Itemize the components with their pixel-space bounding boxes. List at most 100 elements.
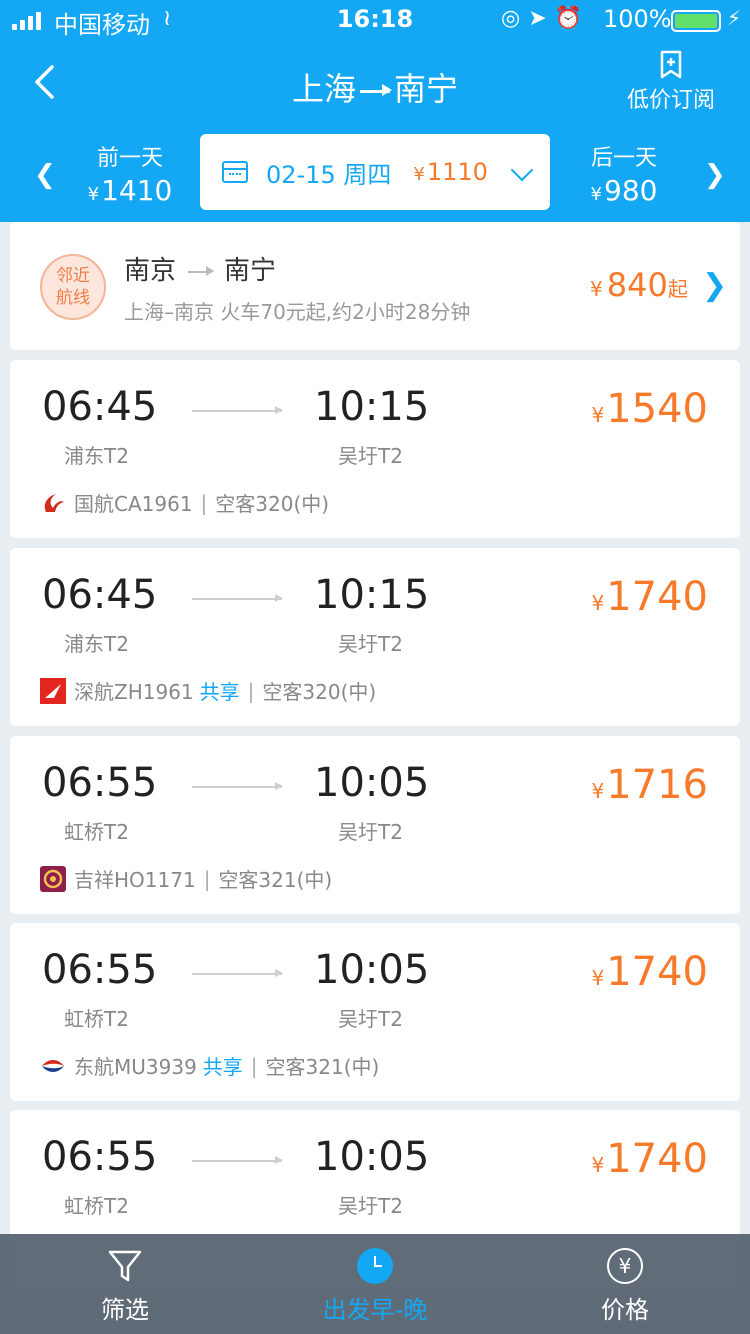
- departure-time: 06:45: [42, 384, 158, 430]
- flight-card[interactable]: 06:55 10:05 虹桥T2 吴圩T2 ¥1740 东航MU3939 共享 | 空客321(…: [10, 923, 740, 1101]
- flight-card[interactable]: 06:45 10:15 浦东T2 吴圩T2 ¥1740 深航ZH1961 共享 | 空客320(…: [10, 548, 740, 726]
- departure-terminal: 虹桥T2: [64, 1007, 129, 1031]
- date-selector: ❮ 前一天 ¥1410 02-15 周四 ¥1110 后一天 ¥980 ❯: [0, 134, 750, 212]
- departure-time: 06:55: [42, 1134, 158, 1180]
- arrival-time: 10:05: [314, 947, 430, 993]
- codeshare-badge: 共享: [202, 1055, 243, 1079]
- flight-info: 吉祥HO1171 | 空客321(中): [40, 864, 332, 893]
- nearby-route-price: ¥840起: [590, 266, 688, 304]
- flight-card[interactable]: 06:55 10:05 虹桥T2 吴圩T2 ¥1716 吉祥HO1171 | 空客321(中): [10, 736, 740, 914]
- price-alert-label: 低价订阅: [626, 88, 715, 113]
- filter-icon: [108, 1250, 142, 1282]
- clock-icon: [357, 1248, 393, 1284]
- nearby-route-card[interactable]: 邻近 航线 南京 南宁 上海–南京 火车70元起,约2小时28分钟 ¥840起 ❯: [10, 222, 740, 350]
- price-alert-button[interactable]: 低价订阅: [619, 50, 723, 114]
- aircraft-type: 空客320(中): [215, 492, 330, 516]
- price-sort-label: 价格: [601, 1296, 649, 1324]
- china-eastern-logo: [40, 1053, 66, 1079]
- route-arrow-icon: [360, 83, 392, 96]
- flight-price: ¥1740: [591, 949, 708, 995]
- origin-city: 上海: [291, 70, 356, 108]
- previous-day-price: ¥1410: [87, 174, 173, 207]
- arrival-terminal: 吴圩T2: [338, 820, 403, 844]
- airline-flight-number: 国航CA1961: [74, 492, 193, 516]
- arrival-terminal: 吴圩T2: [338, 632, 403, 656]
- bookmark-plus-icon: [660, 50, 682, 79]
- flight-price: ¥1740: [591, 1136, 708, 1182]
- departure-terminal: 虹桥T2: [64, 1194, 129, 1218]
- destination-city: 南宁: [394, 70, 459, 108]
- current-date: 02-15 周四: [266, 160, 392, 189]
- departure-terminal: 浦东T2: [64, 444, 129, 468]
- nearby-route-cities: 南京 南宁: [124, 256, 277, 286]
- previous-day-label: 前一天: [96, 146, 163, 171]
- juneyao-logo: [40, 865, 66, 892]
- nearby-route-badge: 邻近 航线: [40, 254, 106, 320]
- yen-icon: ¥: [607, 1248, 643, 1284]
- flight-arrow-icon: [192, 406, 283, 414]
- airline-flight-number: 深航ZH1961: [74, 680, 194, 704]
- next-day-button[interactable]: 后一天 ¥980: [564, 134, 684, 212]
- codeshare-badge: 共享: [199, 680, 240, 704]
- departure-time: 06:55: [42, 947, 158, 993]
- flight-arrow-icon: [192, 1156, 283, 1164]
- divider: |: [250, 1053, 258, 1078]
- flight-arrow-icon: [192, 594, 283, 602]
- departure-time: 06:55: [42, 760, 158, 806]
- flight-price: ¥1716: [591, 762, 708, 808]
- divider: |: [247, 678, 255, 703]
- nearby-route-description: 上海–南京 火车70元起,约2小时28分钟: [124, 300, 471, 324]
- flight-arrow-icon: [192, 969, 283, 977]
- chevron-left-icon[interactable]: ❮: [34, 160, 56, 190]
- departure-time-sort-label: 出发早-晚: [322, 1296, 428, 1324]
- aircraft-type: 空客320(中): [262, 680, 377, 704]
- flight-price: ¥1540: [591, 386, 708, 432]
- filter-tab[interactable]: 筛选: [0, 1234, 250, 1334]
- flight-arrow-icon: [192, 782, 283, 790]
- arrival-time: 10:05: [314, 760, 430, 806]
- header-area: 中国移动 ≀ 16:18 ◎➤⏰ 100% ⚡ 上海 南宁 低价订阅 ❮ 前一天 …: [0, 0, 750, 222]
- divider: |: [200, 490, 208, 515]
- flight-price: ¥1740: [591, 574, 708, 620]
- chevron-right-icon[interactable]: ❯: [704, 160, 726, 190]
- charging-icon: ⚡: [727, 6, 742, 30]
- aircraft-type: 空客321(中): [265, 1055, 380, 1079]
- arrival-terminal: 吴圩T2: [338, 444, 403, 468]
- flight-info: 深航ZH1961 共享 | 空客320(中): [40, 676, 376, 705]
- arrival-time: 10:15: [314, 572, 430, 618]
- nav-bar: 上海 南宁 低价订阅: [0, 40, 750, 130]
- current-date-price: ¥1110: [413, 158, 488, 186]
- price-sort-tab[interactable]: ¥ 价格: [500, 1234, 750, 1334]
- chevron-down-icon: [510, 158, 534, 182]
- battery-icon: [671, 10, 721, 32]
- flight-card[interactable]: 06:45 10:15 浦东T2 吴圩T2 ¥1540 国航CA1961 | 空客320(中): [10, 360, 740, 538]
- arrival-time: 10:05: [314, 1134, 430, 1180]
- arrival-time: 10:15: [314, 384, 430, 430]
- airline-flight-number: 东航MU3939: [74, 1055, 197, 1079]
- arrival-terminal: 吴圩T2: [338, 1007, 403, 1031]
- flight-info: 国航CA1961 | 空客320(中): [40, 488, 329, 517]
- shenzhen-airlines-logo: [40, 677, 66, 704]
- air-china-logo: [40, 490, 66, 516]
- departure-time-sort-tab[interactable]: 出发早-晚: [250, 1234, 500, 1334]
- previous-day-button[interactable]: 前一天 ¥1410: [70, 134, 190, 212]
- aircraft-type: 空客321(中): [218, 868, 333, 892]
- flight-info: 东航MU3939 共享 | 空客321(中): [40, 1051, 379, 1080]
- departure-terminal: 浦东T2: [64, 632, 129, 656]
- filter-tab-label: 筛选: [101, 1296, 149, 1324]
- next-day-label: 后一天: [590, 146, 657, 171]
- calendar-icon: [222, 161, 248, 183]
- battery-percent: 100%: [603, 5, 672, 33]
- status-icons: ◎➤⏰: [501, 6, 591, 31]
- bottom-toolbar: 筛选 出发早-晚 ¥ 价格: [0, 1234, 750, 1334]
- arrival-terminal: 吴圩T2: [338, 1194, 403, 1218]
- departure-time: 06:45: [42, 572, 158, 618]
- departure-terminal: 虹桥T2: [64, 820, 129, 844]
- current-date-dropdown[interactable]: 02-15 周四 ¥1110: [200, 134, 550, 210]
- airline-flight-number: 吉祥HO1171: [74, 868, 196, 892]
- next-day-price: ¥980: [590, 174, 658, 207]
- status-bar: 中国移动 ≀ 16:18 ◎➤⏰ 100% ⚡: [0, 0, 750, 40]
- route-arrow-icon: [188, 265, 215, 276]
- chevron-right-icon: ❯: [702, 268, 728, 303]
- divider: |: [203, 866, 211, 891]
